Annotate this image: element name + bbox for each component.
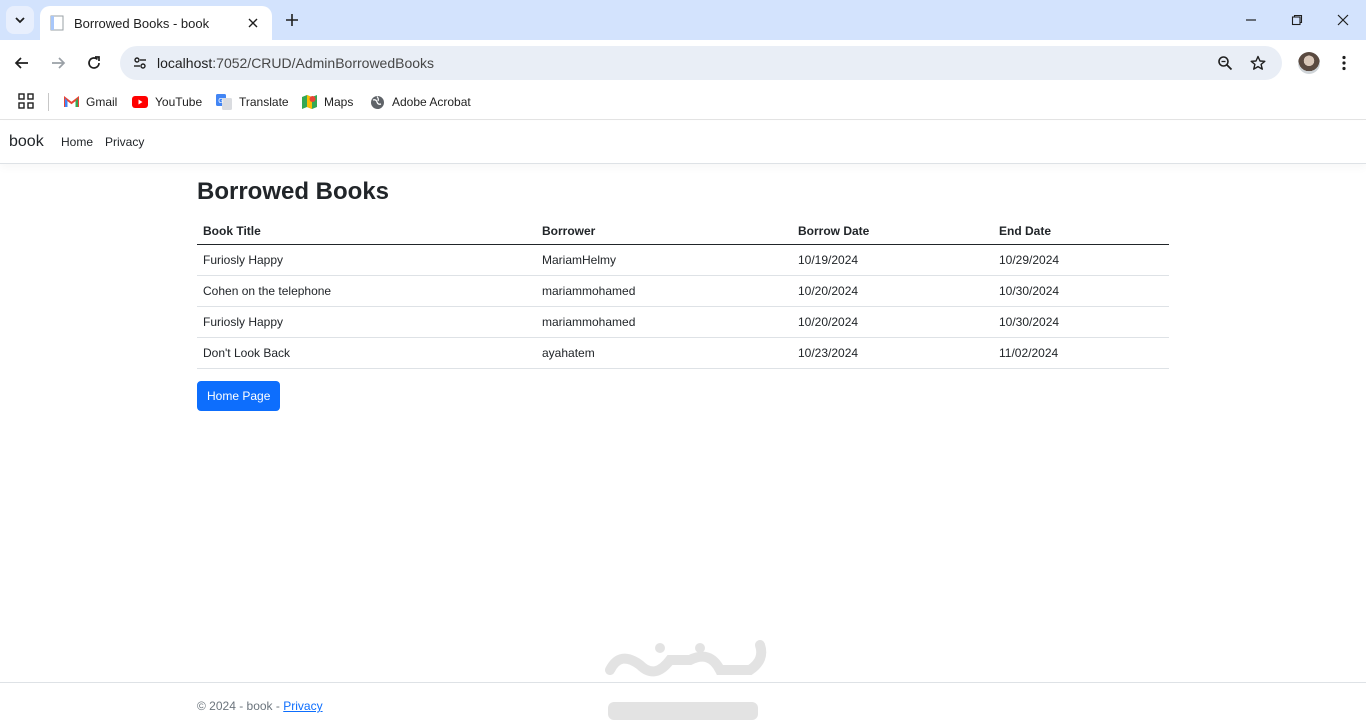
reload-icon xyxy=(88,56,100,69)
zoom-button[interactable] xyxy=(1213,51,1237,75)
restore-icon xyxy=(1291,14,1303,26)
youtube-icon xyxy=(132,96,148,108)
bookmark-label: Gmail xyxy=(86,95,118,109)
browser-menu-button[interactable] xyxy=(1332,49,1356,77)
cell-book-title: Cohen on the telephone xyxy=(197,275,536,307)
main-container: Borrowed Books Book Title Borrower Borro… xyxy=(197,164,1169,411)
chevron-down-icon xyxy=(15,17,25,24)
footer-text: © 2024 - book - Privacy xyxy=(197,699,323,713)
arrow-right-icon xyxy=(52,57,66,69)
arrow-left-icon xyxy=(14,57,28,69)
nav-link-home[interactable]: Home xyxy=(61,135,93,149)
forward-button[interactable] xyxy=(44,49,72,77)
bookmark-maps[interactable]: Maps xyxy=(302,91,353,113)
table-row: Furiosly Happy MariamHelmy 10/19/2024 10… xyxy=(197,244,1169,276)
back-button[interactable] xyxy=(8,49,36,77)
minimize-icon xyxy=(1246,19,1256,21)
tab-close-icon[interactable] xyxy=(244,14,262,32)
star-icon xyxy=(1250,55,1266,70)
bookmark-label: Translate xyxy=(239,95,289,109)
cell-borrow-date: 10/23/2024 xyxy=(792,337,993,369)
cell-borrow-date: 10/20/2024 xyxy=(792,306,993,338)
bookmark-youtube[interactable]: YouTube xyxy=(132,91,202,113)
site-footer: © 2024 - book - Privacy xyxy=(0,682,1366,728)
cell-borrower: mariammohamed xyxy=(536,275,792,307)
url-host: localhost xyxy=(157,55,213,71)
new-tab-button[interactable] xyxy=(280,8,304,32)
navbar-brand[interactable]: book xyxy=(9,133,44,151)
bookmark-label: Maps xyxy=(324,95,354,109)
zoom-icon xyxy=(1218,56,1233,71)
bookmark-translate[interactable]: G Translate xyxy=(216,91,289,113)
cell-book-title: Furiosly Happy xyxy=(197,306,536,338)
bookmark-label: YouTube xyxy=(155,95,203,109)
footer-copyright: © 2024 - book - xyxy=(197,699,284,713)
bookmarks-bar: Gmail YouTube G Translate Maps Adobe Acr… xyxy=(0,86,1366,120)
close-window-button[interactable] xyxy=(1320,0,1366,40)
table-row: Furiosly Happy mariammohamed 10/20/2024 … xyxy=(197,306,1169,338)
plus-icon xyxy=(286,14,298,26)
cell-end-date: 10/30/2024 xyxy=(993,306,1169,338)
apps-grid-icon[interactable] xyxy=(17,92,35,110)
nav-link-privacy[interactable]: Privacy xyxy=(105,135,144,149)
url-path: :7052/CRUD/AdminBorrowedBooks xyxy=(212,55,435,71)
url-text: localhost:7052/CRUD/AdminBorrowedBooks xyxy=(157,55,434,71)
more-vertical-icon xyxy=(1342,55,1346,71)
bookmark-gmail[interactable]: Gmail xyxy=(64,91,117,113)
cell-borrower: ayahatem xyxy=(536,337,792,369)
profile-avatar[interactable] xyxy=(1298,52,1320,74)
column-header-book-title: Book Title xyxy=(197,217,536,245)
maps-icon xyxy=(302,95,317,109)
column-header-end-date: End Date xyxy=(993,217,1169,245)
bookmark-label: Adobe Acrobat xyxy=(392,95,471,109)
browser-tabstrip: Borrowed Books - book xyxy=(0,0,1366,40)
svg-text:G: G xyxy=(218,98,223,105)
bookmark-adobe-acrobat[interactable]: Adobe Acrobat xyxy=(370,91,471,113)
minimize-button[interactable] xyxy=(1228,0,1274,40)
column-header-borrower: Borrower xyxy=(536,217,792,245)
translate-icon: G xyxy=(216,94,232,110)
cell-borrower: MariamHelmy xyxy=(536,244,792,276)
cell-borrow-date: 10/19/2024 xyxy=(792,244,993,276)
site-info-button[interactable] xyxy=(128,51,152,75)
cell-book-title: Furiosly Happy xyxy=(197,244,536,276)
cell-book-title: Don't Look Back xyxy=(197,337,536,369)
bookmark-star-button[interactable] xyxy=(1246,51,1270,75)
cell-borrower: mariammohamed xyxy=(536,306,792,338)
table-row: Cohen on the telephone mariammohamed 10/… xyxy=(197,275,1169,307)
restore-button[interactable] xyxy=(1274,0,1320,40)
gmail-icon xyxy=(64,96,79,107)
address-bar[interactable]: localhost:7052/CRUD/AdminBorrowedBooks xyxy=(120,46,1282,80)
page-favicon-icon xyxy=(50,15,64,31)
column-header-borrow-date: Borrow Date xyxy=(792,217,993,245)
cell-end-date: 10/30/2024 xyxy=(993,275,1169,307)
close-icon xyxy=(1337,14,1349,26)
cell-end-date: 11/02/2024 xyxy=(993,337,1169,369)
browser-toolbar: localhost:7052/CRUD/AdminBorrowedBooks xyxy=(0,40,1366,86)
tab-search-button[interactable] xyxy=(6,6,34,34)
browser-tab-active[interactable]: Borrowed Books - book xyxy=(40,6,272,40)
page-title: Borrowed Books xyxy=(197,178,390,205)
cell-borrow-date: 10/20/2024 xyxy=(792,275,993,307)
home-page-button[interactable]: Home Page xyxy=(197,381,281,411)
tune-icon xyxy=(134,57,146,69)
borrowed-books-table: Book Title Borrower Borrow Date End Date… xyxy=(197,217,1169,369)
table-row: Don't Look Back ayahatem 10/23/2024 11/0… xyxy=(197,337,1169,369)
footer-privacy-link[interactable]: Privacy xyxy=(283,699,322,713)
bookmarks-divider xyxy=(48,93,49,111)
globe-icon xyxy=(371,95,384,109)
reload-button[interactable] xyxy=(80,49,108,77)
cell-end-date: 10/29/2024 xyxy=(993,244,1169,276)
tab-title: Borrowed Books - book xyxy=(74,15,210,31)
site-navbar: book Home Privacy xyxy=(0,121,1366,164)
table-header-row: Book Title Borrower Borrow Date End Date xyxy=(197,217,1169,245)
